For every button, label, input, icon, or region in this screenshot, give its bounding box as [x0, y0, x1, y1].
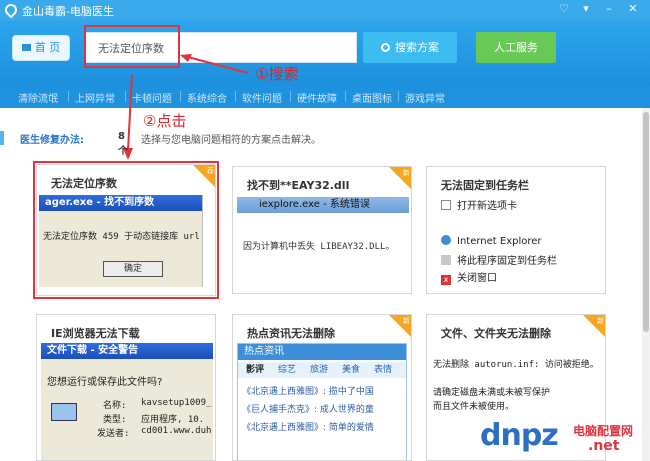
- scrollbar-track[interactable]: [642, 108, 650, 461]
- card-screenshot: 打开新选项卡 Internet Explorer 将此程序固定到任务栏 x 关闭窗…: [431, 191, 603, 291]
- dialog-message: 因为计算机中丢失 LIBEAY32.DLL。: [243, 242, 395, 252]
- solution-card-libeay[interactable]: 找不到**EAY32.dll 新 iexplore.exe - 系统错误 因为计…: [232, 166, 412, 294]
- field-sender-label: 发送者:: [97, 429, 130, 439]
- dialog-titlebar: iexplore.exe - 系统错误: [237, 197, 409, 213]
- dialog-question: 您想运行或保存此文件吗?: [47, 377, 163, 388]
- solution-count: 8个: [118, 131, 128, 157]
- panel-tabs: 影评 综艺 旅游 美食 表情: [238, 362, 406, 378]
- solution-card-ie-download[interactable]: IE浏览器无法下载 文件下载 - 安全警告 您想运行或保存此文件吗? 名称: k…: [36, 314, 216, 461]
- panel-title: 热点资讯: [238, 344, 406, 360]
- new-badge-label: 新: [597, 317, 604, 325]
- field-sender-value: cd001.www.duh: [141, 426, 212, 436]
- tab-variety: 综艺: [277, 365, 296, 375]
- step1-annotation: ①搜索: [255, 65, 299, 83]
- setup-icon: [51, 403, 77, 421]
- error-line-3: 而且文件未被使用。: [433, 402, 515, 412]
- menu-item-label: 打开新选项卡: [457, 201, 517, 212]
- solution-card-hot-news[interactable]: 热点资讯无法删除 新 热点资讯 影评 综艺 旅游 美食 表情 《北京遇上西雅图》…: [232, 314, 412, 461]
- error-line-2: 请确定磁盘未满或未被写保护: [433, 388, 551, 398]
- field-name-value: kavsetup1009_: [141, 398, 212, 408]
- section-marker: [0, 131, 4, 145]
- field-name-label: 名称:: [103, 401, 127, 411]
- page-icon: [441, 200, 451, 210]
- site-watermark: dnpz 电脑配置网 .net: [480, 418, 650, 461]
- section-hint: 选择与您电脑问题相符的方案点击解决。: [141, 135, 321, 146]
- section-label: 医生修复办法:: [20, 135, 84, 146]
- card-screenshot: 热点资讯 影评 综艺 旅游 美食 表情 《北京遇上西雅图》: 揽中了中国 《巨人…: [237, 343, 407, 460]
- field-type-label: 类型:: [103, 415, 127, 425]
- card-highlight-box: [33, 161, 219, 299]
- solution-card-taskbar[interactable]: 无法固定到任务栏 打开新选项卡 Internet Explorer 将此程序固定…: [426, 166, 606, 294]
- menu-item-label: 关闭窗口: [457, 273, 497, 284]
- field-type-value: 应用程序, 10.: [141, 415, 205, 425]
- pin-icon: [441, 255, 451, 265]
- new-badge-label: 新: [403, 169, 410, 177]
- menu-item-pin: 将此程序固定到任务栏: [441, 252, 557, 267]
- card-title: 找不到**EAY32.dll: [247, 179, 350, 192]
- ie-icon: [441, 235, 451, 245]
- error-line-1: 无法删除 autorun.inf: 访问被拒绝。: [433, 360, 599, 370]
- menu-item-label: 将此程序固定到任务栏: [457, 256, 557, 267]
- close-window-icon: x: [441, 275, 451, 285]
- card-title: 热点资讯无法删除: [247, 327, 335, 340]
- scrollbar-thumb[interactable]: [643, 112, 649, 332]
- card-screenshot: iexplore.exe - 系统错误 因为计算机中丢失 LIBEAY32.DL…: [237, 197, 409, 287]
- menu-item-new-tab: 打开新选项卡: [441, 197, 517, 212]
- watermark-domain: .net: [588, 438, 620, 454]
- card-title: 文件、文件夹无法删除: [441, 327, 551, 340]
- card-title: IE浏览器无法下载: [51, 327, 140, 340]
- tab-food: 美食: [341, 365, 360, 375]
- watermark-brand: dnpz: [480, 418, 559, 453]
- menu-item-close: x 关闭窗口: [441, 269, 497, 285]
- watermark-site: 电脑配置网: [573, 424, 634, 438]
- news-item: 《巨人捕手杰克》: 成人世界的童: [242, 405, 374, 415]
- tab-emoji: 表情: [373, 365, 392, 375]
- tab-review: 影评: [245, 365, 264, 375]
- menu-item-ie: Internet Explorer: [441, 235, 542, 247]
- menu-item-label: Internet Explorer: [457, 236, 542, 247]
- step2-annotation: ②点击: [143, 112, 187, 130]
- dialog-titlebar: 文件下载 - 安全警告: [41, 343, 213, 359]
- card-screenshot: 文件下载 - 安全警告 您想运行或保存此文件吗? 名称: kavsetup100…: [41, 343, 213, 460]
- news-item: 《北京遇上西雅图》: 简单的爱情: [242, 423, 374, 433]
- news-item: 《北京遇上西雅图》: 揽中了中国: [242, 387, 374, 397]
- new-badge-label: 新: [403, 317, 410, 325]
- tab-travel: 旅游: [309, 365, 328, 375]
